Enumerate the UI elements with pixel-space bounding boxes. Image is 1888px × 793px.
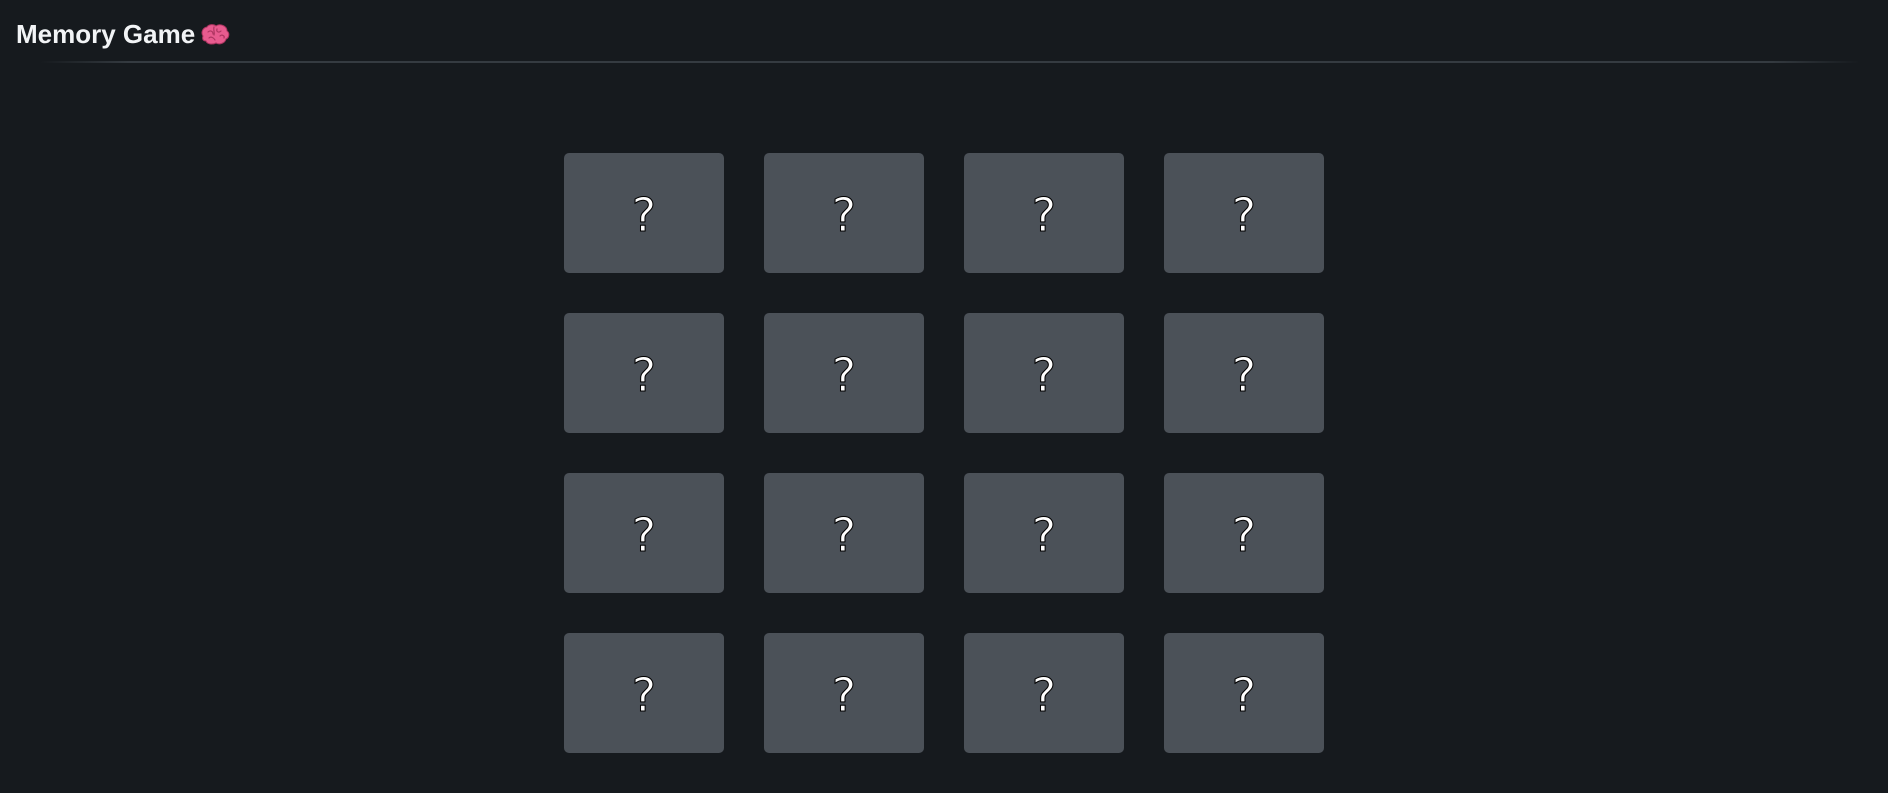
card-symbol: ? — [1231, 508, 1257, 562]
memory-card-15[interactable]: ? — [964, 633, 1124, 753]
card-symbol: ? — [631, 348, 657, 402]
memory-card-6[interactable]: ? — [764, 313, 924, 433]
card-symbol: ? — [631, 508, 657, 562]
memory-card-2[interactable]: ? — [764, 153, 924, 273]
card-symbol: ? — [631, 668, 657, 722]
card-symbol: ? — [1031, 188, 1057, 242]
memory-card-11[interactable]: ? — [964, 473, 1124, 593]
card-symbol: ? — [1231, 188, 1257, 242]
memory-card-14[interactable]: ? — [764, 633, 924, 753]
memory-card-4[interactable]: ? — [1164, 153, 1324, 273]
memory-card-grid: ? ? ? ? ? ? ? ? ? ? ? ? ? ? ? ? — [564, 153, 1325, 754]
card-symbol: ? — [1031, 508, 1057, 562]
card-symbol: ? — [1031, 348, 1057, 402]
memory-card-9[interactable]: ? — [564, 473, 724, 593]
card-symbol: ? — [1031, 668, 1057, 722]
memory-card-1[interactable]: ? — [564, 153, 724, 273]
memory-card-8[interactable]: ? — [1164, 313, 1324, 433]
memory-card-10[interactable]: ? — [764, 473, 924, 593]
header-divider — [40, 61, 1860, 63]
app-header: Memory Game — [0, 0, 1888, 63]
memory-card-5[interactable]: ? — [564, 313, 724, 433]
memory-card-12[interactable]: ? — [1164, 473, 1324, 593]
memory-card-16[interactable]: ? — [1164, 633, 1324, 753]
card-symbol: ? — [831, 348, 857, 402]
memory-card-13[interactable]: ? — [564, 633, 724, 753]
card-symbol: ? — [1231, 348, 1257, 402]
card-symbol: ? — [1231, 668, 1257, 722]
card-symbol: ? — [631, 188, 657, 242]
card-symbol: ? — [831, 188, 857, 242]
memory-card-7[interactable]: ? — [964, 313, 1124, 433]
card-symbol: ? — [831, 668, 857, 722]
brain-icon — [200, 20, 230, 45]
memory-card-3[interactable]: ? — [964, 153, 1124, 273]
page-title-text: Memory Game — [16, 19, 196, 49]
page-title: Memory Game — [16, 17, 230, 51]
card-symbol: ? — [831, 508, 857, 562]
